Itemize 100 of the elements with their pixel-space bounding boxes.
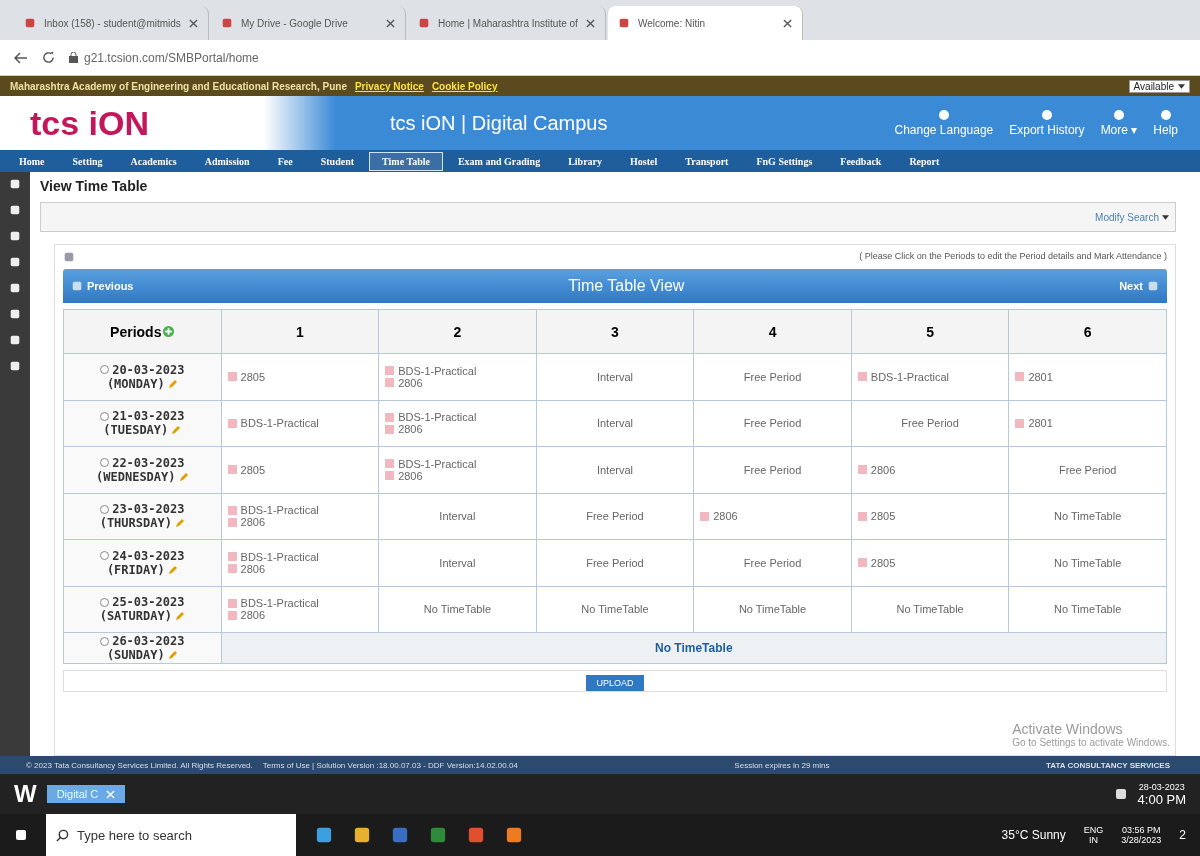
app-time: 4:00 PM bbox=[1137, 791, 1186, 807]
period-cell[interactable]: BDS-1-Practical 2806 bbox=[221, 493, 379, 540]
period-cell[interactable]: 2801 bbox=[1008, 400, 1167, 447]
browser-tab[interactable]: Welcome: Nitin bbox=[607, 6, 803, 40]
language-text: ENG bbox=[1083, 825, 1104, 835]
period-cell: Free Period bbox=[693, 539, 852, 586]
column-header: 2 bbox=[453, 323, 462, 340]
taskbar-search[interactable]: Type here to search bbox=[46, 814, 296, 856]
column-header: 3 bbox=[611, 323, 619, 340]
nav-tab[interactable]: Exam and Grading bbox=[444, 151, 554, 171]
period-cell[interactable]: BDS-1-Practical 2806 bbox=[378, 446, 537, 493]
close-icon[interactable] bbox=[782, 18, 792, 28]
radio-button[interactable] bbox=[100, 551, 110, 561]
nav-tab[interactable]: Library bbox=[555, 151, 616, 171]
clock-time: 03:56 PM bbox=[1122, 825, 1161, 835]
nav-tab[interactable]: FnG Settings bbox=[743, 151, 826, 171]
nav-tab[interactable]: Transport bbox=[672, 151, 742, 171]
day-text: (SATURDAY) bbox=[99, 609, 172, 624]
period-cell[interactable]: BDS-1-Practical 2806 bbox=[378, 353, 537, 400]
period-cell[interactable]: 2806 bbox=[851, 446, 1009, 493]
period-cell[interactable]: 2805 bbox=[221, 353, 379, 400]
period-cell[interactable]: 2806 bbox=[693, 493, 852, 540]
period-cell: No TimeTable bbox=[378, 586, 537, 633]
close-icon[interactable] bbox=[386, 18, 395, 28]
date-text: 21-03-2023 bbox=[112, 409, 185, 424]
nav-tab[interactable]: Hostel bbox=[617, 151, 671, 171]
nav-tab[interactable]: Report bbox=[896, 151, 953, 171]
sidebar-icon[interactable] bbox=[9, 334, 21, 346]
radio-button[interactable] bbox=[100, 504, 110, 514]
header-action[interactable]: Change Language bbox=[886, 109, 1002, 137]
taskbar-app-icon[interactable] bbox=[466, 825, 486, 845]
sidebar-icon[interactable] bbox=[9, 360, 21, 372]
terms-text: Terms of Use | Solution Version :18.00.07.03 - DDF Version:14.02.00.04 bbox=[262, 760, 518, 770]
circle-icon bbox=[1112, 109, 1125, 121]
period-cell: No TimeTable bbox=[693, 586, 852, 633]
period-cell[interactable]: BDS-1-Practical bbox=[851, 353, 1009, 400]
copyright-text: © 2023 Tata Consultancy Services Limited. All Rights Reserved. bbox=[26, 760, 253, 770]
notification-count: 2 bbox=[1179, 828, 1186, 842]
period-cell[interactable]: 2805 bbox=[851, 493, 1009, 540]
radio-button[interactable] bbox=[100, 597, 110, 607]
date-text: 25-03-2023 bbox=[112, 595, 185, 610]
sidebar-icon[interactable] bbox=[9, 308, 21, 320]
radio-button[interactable] bbox=[100, 411, 110, 421]
taskbar-app-icon[interactable] bbox=[352, 825, 372, 845]
period-cell: No TimeTable bbox=[1008, 586, 1167, 633]
period-cell[interactable]: 2805 bbox=[221, 446, 379, 493]
period-cell: Interval bbox=[536, 353, 694, 400]
taskbar-app-icon[interactable] bbox=[504, 825, 524, 845]
sidebar-icon[interactable] bbox=[9, 256, 21, 268]
sidebar-icon[interactable] bbox=[9, 282, 21, 294]
header-action[interactable]: Help bbox=[1145, 109, 1186, 137]
period-cell: Interval bbox=[378, 493, 537, 540]
period-cell: Free Period bbox=[693, 400, 852, 447]
sidebar-icon[interactable] bbox=[9, 178, 21, 190]
session-text: Session expires in 29 mins bbox=[734, 760, 830, 770]
header-action[interactable]: More ▾ bbox=[1092, 109, 1146, 137]
app-title: tcs iON | Digital Campus bbox=[390, 111, 609, 135]
sidebar-icon[interactable] bbox=[9, 204, 21, 216]
nav-tab[interactable]: Fee bbox=[264, 151, 306, 171]
clock-date: 3/28/2023 bbox=[1121, 835, 1162, 845]
previous-button[interactable]: Previous bbox=[71, 280, 134, 292]
close-icon[interactable] bbox=[189, 18, 198, 28]
nav-tab[interactable]: Admission bbox=[191, 151, 263, 171]
radio-button[interactable] bbox=[100, 458, 110, 468]
close-icon[interactable] bbox=[585, 18, 595, 28]
upload-button[interactable]: UPLOAD bbox=[586, 675, 644, 691]
back-icon[interactable] bbox=[14, 51, 28, 64]
footer-link[interactable]: Privacy Notice bbox=[354, 80, 424, 92]
radio-button[interactable] bbox=[100, 365, 110, 375]
period-cell[interactable]: BDS-1-Practical 2806 bbox=[378, 400, 537, 447]
taskbar-app-icon[interactable] bbox=[314, 825, 334, 845]
next-button[interactable]: Next bbox=[1119, 280, 1159, 292]
nav-tab[interactable]: Setting bbox=[59, 151, 116, 171]
period-cell[interactable]: BDS-1-Practical 2806 bbox=[221, 586, 379, 633]
footer-link[interactable]: Cookie Policy bbox=[431, 80, 498, 92]
period-cell[interactable]: 2801 bbox=[1008, 353, 1167, 400]
nav-tab[interactable]: Time Table bbox=[369, 151, 443, 171]
modify-search-link[interactable]: Modify Search bbox=[1095, 211, 1169, 223]
nav-tab[interactable]: Academics bbox=[117, 151, 190, 171]
nav-tab[interactable]: Feedback bbox=[827, 151, 895, 171]
status-select[interactable]: Available bbox=[1128, 79, 1190, 93]
day-text: (THURSDAY) bbox=[99, 516, 172, 531]
period-cell[interactable]: 2805 bbox=[851, 539, 1009, 586]
page-title: View Time Table bbox=[40, 178, 149, 194]
taskbar-app-icon[interactable] bbox=[428, 825, 448, 845]
header-action[interactable]: Export History bbox=[1001, 109, 1093, 137]
plus-icon[interactable] bbox=[163, 326, 175, 337]
weather-text: 35°C Sunny bbox=[1001, 828, 1066, 842]
sidebar-icon[interactable] bbox=[9, 230, 21, 242]
column-header: Periods bbox=[110, 323, 162, 340]
period-cell[interactable]: BDS-1-Practical bbox=[221, 400, 379, 447]
period-cell[interactable]: BDS-1-Practical 2806 bbox=[221, 539, 379, 586]
day-text: (TUESDAY) bbox=[103, 423, 169, 438]
date-text: 20-03-2023 bbox=[112, 362, 185, 377]
app-date: 28-03-2023 bbox=[1138, 781, 1185, 792]
nav-tab[interactable]: Student bbox=[307, 151, 368, 171]
radio-button[interactable] bbox=[100, 636, 110, 646]
period-cell: No TimeTable bbox=[1008, 539, 1167, 586]
nav-tab[interactable]: Home bbox=[6, 151, 58, 171]
reload-icon[interactable] bbox=[42, 51, 55, 64]
